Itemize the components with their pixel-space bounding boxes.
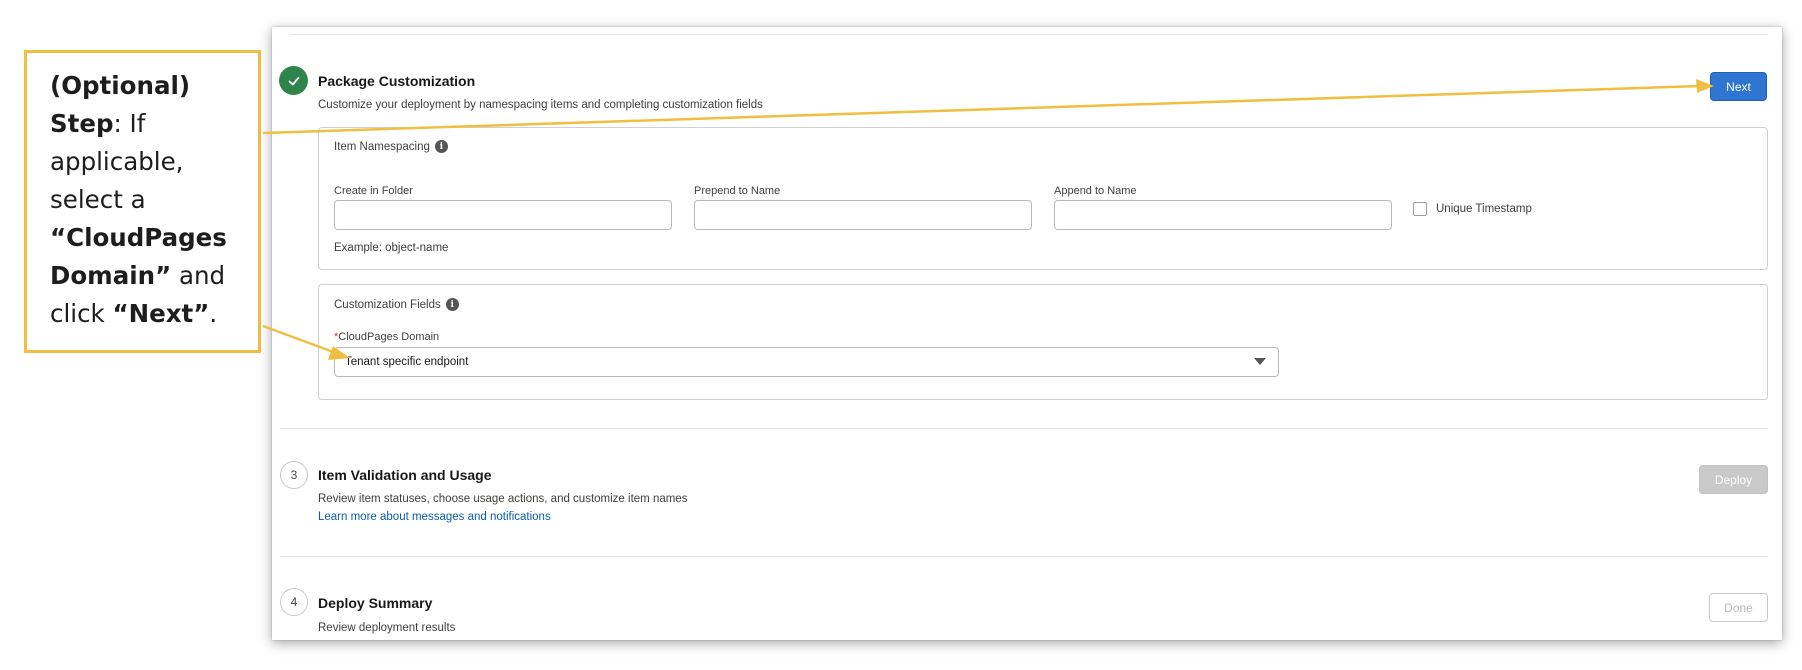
arrow-to-cloudpages-domain <box>262 324 350 360</box>
arrow-to-next-button <box>262 79 1714 135</box>
annotation-arrows <box>262 79 1714 360</box>
